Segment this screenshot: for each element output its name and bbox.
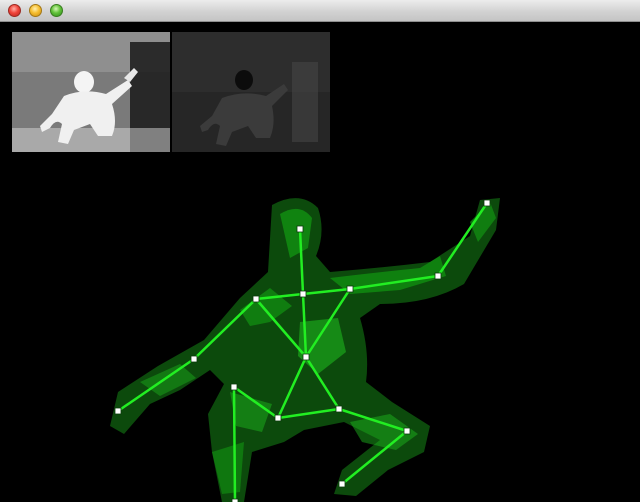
- joint-foot-right: [338, 480, 346, 488]
- skeleton-view: [110, 198, 500, 502]
- minimize-button[interactable]: [29, 4, 42, 17]
- close-button[interactable]: [8, 4, 21, 17]
- joint-hand-left: [114, 407, 122, 415]
- joint-knee-right: [403, 427, 411, 435]
- joint-neck: [299, 290, 307, 298]
- joint-hip-right: [335, 405, 343, 413]
- joint-hand-right: [483, 199, 491, 207]
- joint-elbow-left: [190, 355, 198, 363]
- canvas-area: [0, 22, 640, 502]
- joint-shoulder-right: [346, 285, 354, 293]
- zoom-button[interactable]: [50, 4, 63, 17]
- title-bar[interactable]: [0, 0, 640, 22]
- joint-torso: [302, 353, 310, 361]
- joint-hip-left: [274, 414, 282, 422]
- joint-elbow-right: [434, 272, 442, 280]
- joint-head: [296, 225, 304, 233]
- bone-knee-left-foot-left: [232, 385, 237, 502]
- joint-knee-left: [230, 383, 238, 391]
- joint-shoulder-left: [252, 295, 260, 303]
- app-window: [0, 0, 640, 502]
